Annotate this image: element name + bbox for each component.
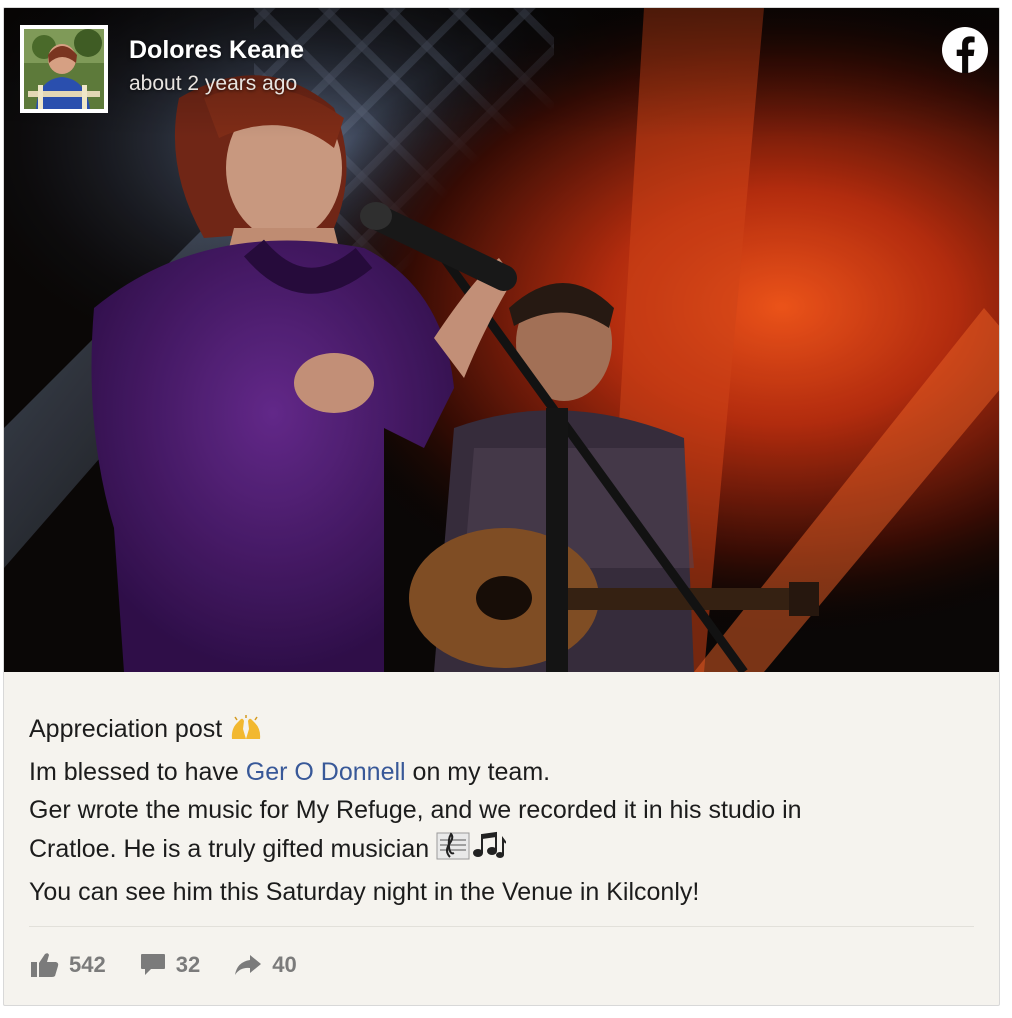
author-avatar[interactable] bbox=[20, 25, 108, 113]
facebook-icon[interactable] bbox=[941, 26, 989, 74]
comments-count: 32 bbox=[175, 952, 201, 977]
likes-count: 542 bbox=[69, 952, 106, 977]
caption-text: Im blessed to have bbox=[29, 757, 246, 786]
thumbs-up-icon bbox=[31, 953, 59, 977]
caption-line-4: Cratloe. He is a truly gifted musician bbox=[29, 830, 979, 873]
comment-icon bbox=[140, 954, 165, 975]
post-timestamp[interactable]: about 2 years ago bbox=[129, 72, 297, 96]
mention-link[interactable]: Ger O Donnell bbox=[246, 758, 406, 786]
shares-count: 40 bbox=[272, 952, 297, 977]
caption-text: Appreciation post bbox=[29, 715, 223, 743]
caption-line-1: Appreciation post bbox=[29, 710, 979, 753]
post-stats: 542 32 40 bbox=[31, 952, 331, 978]
musical-notes-icon bbox=[436, 831, 507, 873]
stats-divider bbox=[29, 926, 974, 927]
caption-line-5: You can see him this Saturday night in t… bbox=[29, 877, 700, 906]
caption-line-3: Ger wrote the music for My Refuge, and w… bbox=[29, 796, 802, 825]
likes-stat[interactable]: 542 bbox=[31, 952, 106, 978]
facebook-post-card: Dolores Keane about 2 years ago Apprecia… bbox=[3, 7, 1000, 1006]
raised-hands-icon bbox=[229, 714, 263, 753]
post-photo[interactable]: Dolores Keane about 2 years ago bbox=[4, 8, 999, 672]
caption-text: on my team. bbox=[405, 757, 551, 786]
comments-stat[interactable]: 32 bbox=[140, 952, 200, 978]
caption-line-2: Im blessed to have Ger O Donnell on my t… bbox=[29, 753, 979, 792]
author-name[interactable]: Dolores Keane bbox=[129, 36, 304, 65]
caption-text: Cratloe. He is a truly gifted musician bbox=[29, 835, 430, 864]
share-arrow-icon bbox=[235, 955, 262, 975]
post-caption: Appreciation post Im blessed to have Ger… bbox=[29, 710, 979, 912]
author-avatar-image bbox=[24, 29, 104, 109]
shares-stat[interactable]: 40 bbox=[234, 952, 297, 978]
